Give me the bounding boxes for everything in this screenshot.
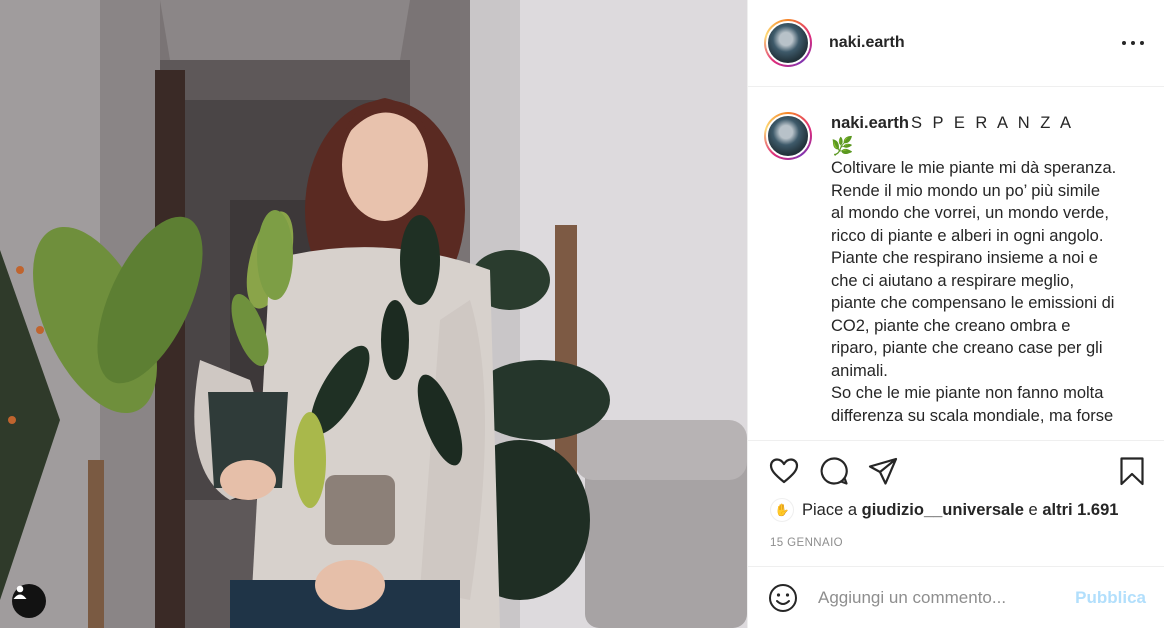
avatar[interactable]	[764, 19, 812, 67]
bookmark-icon[interactable]	[1116, 455, 1148, 487]
post-date[interactable]: 15 GENNAIO	[770, 537, 843, 549]
share-icon[interactable]	[867, 455, 899, 487]
avatar-image	[766, 21, 810, 65]
photo-illustration	[0, 0, 747, 628]
more-dot	[1122, 41, 1126, 45]
caption-line: So che le mie piante non fanno molta	[831, 384, 1104, 402]
comment-icon[interactable]	[818, 455, 850, 487]
caption-line: ricco di piante e alberi in ogni angolo.	[831, 226, 1104, 245]
comment-input[interactable]	[818, 587, 1076, 608]
user-icon	[13, 585, 27, 599]
caption-line: animali.	[831, 361, 888, 380]
caption-line: Rende il mio mondo un po’ più simile	[831, 181, 1101, 200]
heart-icon[interactable]	[768, 455, 800, 487]
comments-list[interactable]: naki.earth S P E R A N Z A 🌿 Coltivare le…	[748, 88, 1164, 438]
likes-others-link[interactable]: altri 1.691	[1042, 501, 1118, 520]
caption-text: naki.earth S P E R A N Z A 🌿 Coltivare le…	[831, 112, 1141, 427]
caption-avatar[interactable]	[764, 112, 812, 160]
caption-line: al mondo che vorrei, un mondo verde,	[831, 204, 1109, 222]
author-username[interactable]: naki.earth	[829, 34, 905, 52]
likes-prefix: Piace a	[802, 500, 858, 519]
smiley-icon[interactable]	[768, 583, 798, 613]
caption-username[interactable]: naki.earth	[831, 114, 909, 132]
caption-line: riparo, piante che creano case per gli	[831, 339, 1103, 357]
tagged-users-button[interactable]	[12, 584, 46, 618]
liker-avatar[interactable]: ✋	[770, 498, 794, 522]
post-header: naki.earth	[748, 0, 1164, 87]
caption-line: Coltivare le mie piante mi dà speranza.	[831, 159, 1117, 177]
post-photo[interactable]	[0, 0, 747, 628]
caption-comment: naki.earth S P E R A N Z A 🌿 Coltivare le…	[764, 112, 1148, 427]
caption-line: Piante che respirano insieme a noi e	[831, 249, 1098, 267]
likes-summary: ✋ Piace a giudizio__universale e altri 1…	[770, 498, 1118, 522]
caption-line: piante che compensano le emissioni di	[831, 294, 1115, 312]
caption-header-line: naki.earth S P E R A N Z A	[831, 112, 1141, 135]
leaf-emoji: 🌿	[831, 135, 854, 156]
post-details-pane: naki.earth naki.earth S P E R A N Z A 🌿 C…	[747, 0, 1164, 628]
more-dot	[1131, 41, 1135, 45]
more-options-icon[interactable]	[1122, 33, 1144, 53]
post-comment-button[interactable]: Pubblica	[1075, 588, 1146, 608]
caption-line: differenza su scala mondiale, ma forse	[831, 406, 1114, 425]
caption-line: CO2, piante che creano ombra e	[831, 316, 1071, 335]
action-bar	[748, 440, 1164, 500]
more-dot	[1140, 41, 1144, 45]
caption-line: che ci aiutano a respirare meglio,	[831, 271, 1075, 290]
liker-username[interactable]: giudizio__universale	[862, 501, 1024, 520]
avatar-image	[766, 114, 810, 158]
caption-title: S P E R A N Z A	[910, 114, 1074, 132]
likes-connector: e	[1028, 500, 1038, 519]
add-comment-bar: Pubblica	[748, 566, 1164, 628]
